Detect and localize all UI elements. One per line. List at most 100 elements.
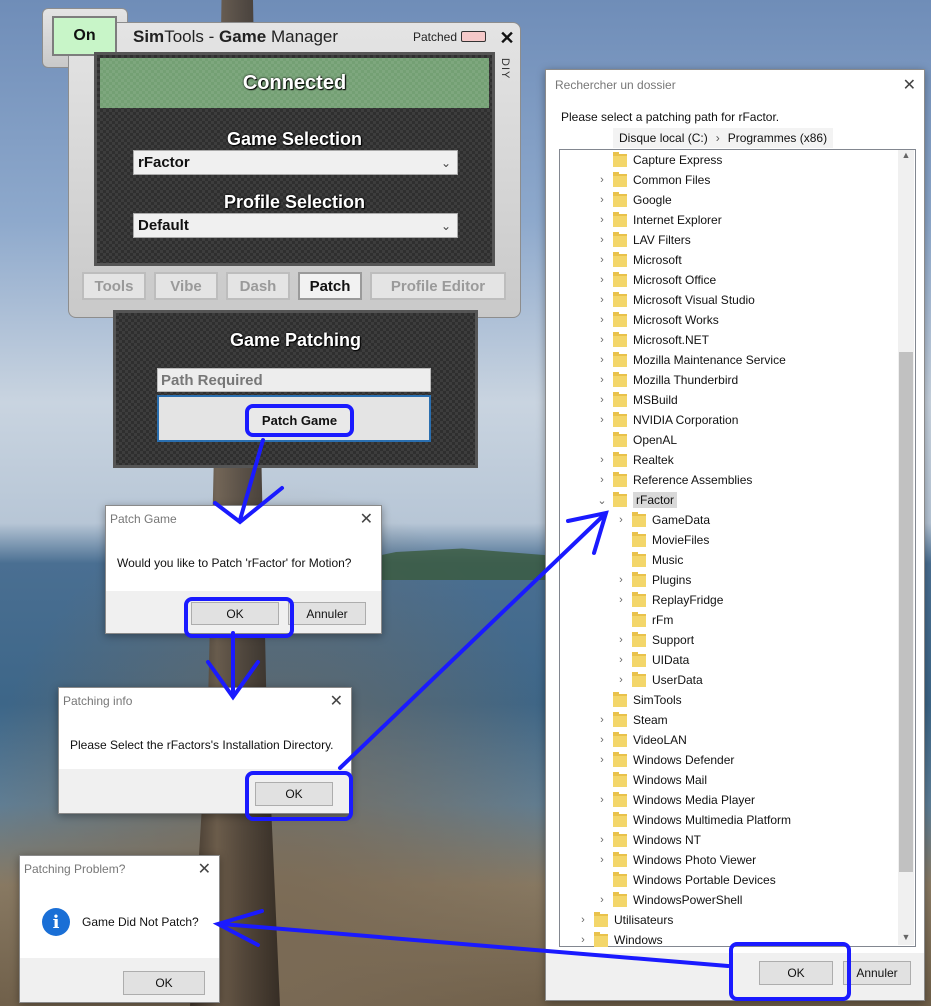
scroll-down-icon[interactable]: ▼ xyxy=(900,932,912,942)
chevron-right-icon[interactable]: › xyxy=(595,854,609,866)
folder-item[interactable]: › Internet Explorer xyxy=(595,210,722,230)
folder-item[interactable]: › GameData xyxy=(614,510,710,530)
folder-icon xyxy=(613,311,627,327)
tab-profile-editor[interactable]: Profile Editor xyxy=(370,272,506,300)
cancel-button[interactable]: Annuler xyxy=(288,602,366,625)
tab-dash[interactable]: Dash xyxy=(226,272,290,300)
chevron-right-icon[interactable]: › xyxy=(595,334,609,346)
folder-item[interactable]: › Microsoft.NET xyxy=(595,330,709,350)
chevron-right-icon[interactable]: › xyxy=(595,234,609,246)
folder-item[interactable]: › Plugins xyxy=(614,570,691,590)
tab-vibe[interactable]: Vibe xyxy=(154,272,218,300)
breadcrumb-item[interactable]: Programmes (x86) xyxy=(728,131,827,145)
chevron-right-icon[interactable]: › xyxy=(595,794,609,806)
chevron-right-icon[interactable]: › xyxy=(595,394,609,406)
folder-item[interactable]: Windows Mail xyxy=(595,770,707,790)
chevron-right-icon[interactable]: › xyxy=(614,654,628,666)
chevron-right-icon[interactable]: › xyxy=(595,314,609,326)
folder-item[interactable]: › Reference Assemblies xyxy=(595,470,752,490)
breadcrumb-item[interactable]: Disque local (C:) xyxy=(619,131,708,145)
folder-item[interactable]: rFm xyxy=(614,610,673,630)
chevron-right-icon[interactable]: › xyxy=(595,294,609,306)
chevron-down-icon[interactable]: ⌄ xyxy=(595,494,609,507)
folder-item[interactable]: › Google xyxy=(595,190,672,210)
chevron-right-icon[interactable]: › xyxy=(614,674,628,686)
close-icon[interactable]: ✕ xyxy=(330,691,343,711)
folder-item[interactable]: Windows Portable Devices xyxy=(595,870,776,890)
profile-select[interactable]: Default ⌄ xyxy=(133,213,458,238)
folder-item[interactable]: ⌄ rFactor xyxy=(595,490,678,510)
diy-label[interactable]: DIY xyxy=(499,58,511,79)
chevron-right-icon[interactable]: › xyxy=(595,214,609,226)
chevron-right-icon[interactable]: › xyxy=(595,194,609,206)
ok-button[interactable]: OK xyxy=(123,971,205,995)
chevron-right-icon[interactable]: › xyxy=(576,934,590,946)
chevron-right-icon[interactable]: › xyxy=(595,254,609,266)
chevron-right-icon[interactable]: › xyxy=(614,634,628,646)
patch-game-button[interactable]: Patch Game xyxy=(245,404,354,437)
folder-item[interactable]: MovieFiles xyxy=(614,530,709,550)
folder-item[interactable]: › Common Files xyxy=(595,170,710,190)
chevron-right-icon[interactable]: › xyxy=(595,734,609,746)
chevron-right-icon[interactable]: › xyxy=(595,754,609,766)
folder-item[interactable]: Windows Multimedia Platform xyxy=(595,810,791,830)
path-input[interactable]: Path Required xyxy=(157,368,431,392)
folder-item[interactable]: › NVIDIA Corporation xyxy=(595,410,738,430)
chevron-right-icon[interactable]: › xyxy=(595,374,609,386)
chevron-right-icon[interactable]: › xyxy=(595,454,609,466)
folder-item[interactable]: Capture Express xyxy=(595,150,722,170)
folder-item[interactable]: › Steam xyxy=(595,710,668,730)
folder-item[interactable]: › Windows Photo Viewer xyxy=(595,850,756,870)
dialog-title: Patch Game xyxy=(110,512,177,526)
folder-item[interactable]: › Windows Defender xyxy=(595,750,734,770)
chevron-right-icon[interactable]: › xyxy=(595,474,609,486)
folder-item[interactable]: › Microsoft Works xyxy=(595,310,719,330)
folder-item[interactable]: › Microsoft xyxy=(595,250,682,270)
chevron-right-icon[interactable]: › xyxy=(595,174,609,186)
game-select[interactable]: rFactor ⌄ xyxy=(133,150,458,175)
folder-item[interactable]: SimTools xyxy=(595,690,682,710)
folder-item[interactable]: OpenAL xyxy=(595,430,677,450)
chevron-right-icon[interactable]: › xyxy=(595,354,609,366)
folder-item[interactable]: › Microsoft Visual Studio xyxy=(595,290,755,310)
folder-item[interactable]: › UIData xyxy=(614,650,689,670)
folder-item[interactable]: › ReplayFridge xyxy=(614,590,723,610)
scroll-up-icon[interactable]: ▲ xyxy=(900,150,912,160)
folder-item[interactable]: › Mozilla Maintenance Service xyxy=(595,350,786,370)
chevron-right-icon[interactable]: › xyxy=(595,414,609,426)
folder-item[interactable]: › MSBuild xyxy=(595,390,678,410)
folder-item[interactable]: › Realtek xyxy=(595,450,674,470)
breadcrumb: Disque local (C:) › Programmes (x86) xyxy=(613,128,834,148)
folder-item[interactable]: › Mozilla Thunderbird xyxy=(595,370,738,390)
folder-icon xyxy=(632,571,646,587)
chevron-right-icon[interactable]: › xyxy=(614,514,628,526)
chevron-right-icon[interactable]: › xyxy=(595,274,609,286)
chevron-right-icon[interactable]: › xyxy=(614,594,628,606)
chevron-right-icon[interactable]: › xyxy=(576,914,590,926)
folder-item[interactable]: › UserData xyxy=(614,670,703,690)
chevron-right-icon[interactable]: › xyxy=(595,894,609,906)
folder-item[interactable]: › LAV Filters xyxy=(595,230,691,250)
folder-item[interactable]: Music xyxy=(614,550,683,570)
folder-item[interactable]: › Windows NT xyxy=(595,830,701,850)
chevron-right-icon[interactable]: › xyxy=(595,834,609,846)
close-icon[interactable]: ✕ xyxy=(903,75,916,95)
folder-item[interactable]: › WindowsPowerShell xyxy=(595,890,742,910)
close-icon[interactable]: ✕ xyxy=(360,509,373,529)
folder-item[interactable]: › Windows Media Player xyxy=(595,790,755,810)
tab-tools[interactable]: Tools xyxy=(82,272,146,300)
tab-patch[interactable]: Patch xyxy=(298,272,362,300)
folder-item[interactable]: › Windows xyxy=(576,930,663,950)
close-icon[interactable]: ✕ xyxy=(495,26,519,50)
scrollbar-thumb[interactable] xyxy=(899,352,913,872)
chevron-down-icon: ⌄ xyxy=(440,155,451,170)
folder-item[interactable]: › Support xyxy=(614,630,694,650)
on-button[interactable]: On xyxy=(52,16,117,56)
close-icon[interactable]: ✕ xyxy=(198,859,211,879)
chevron-right-icon[interactable]: › xyxy=(595,714,609,726)
folder-item[interactable]: › VideoLAN xyxy=(595,730,687,750)
folder-item[interactable]: › Microsoft Office xyxy=(595,270,716,290)
cancel-button[interactable]: Annuler xyxy=(843,961,911,985)
folder-item[interactable]: › Utilisateurs xyxy=(576,910,673,930)
chevron-right-icon[interactable]: › xyxy=(614,574,628,586)
